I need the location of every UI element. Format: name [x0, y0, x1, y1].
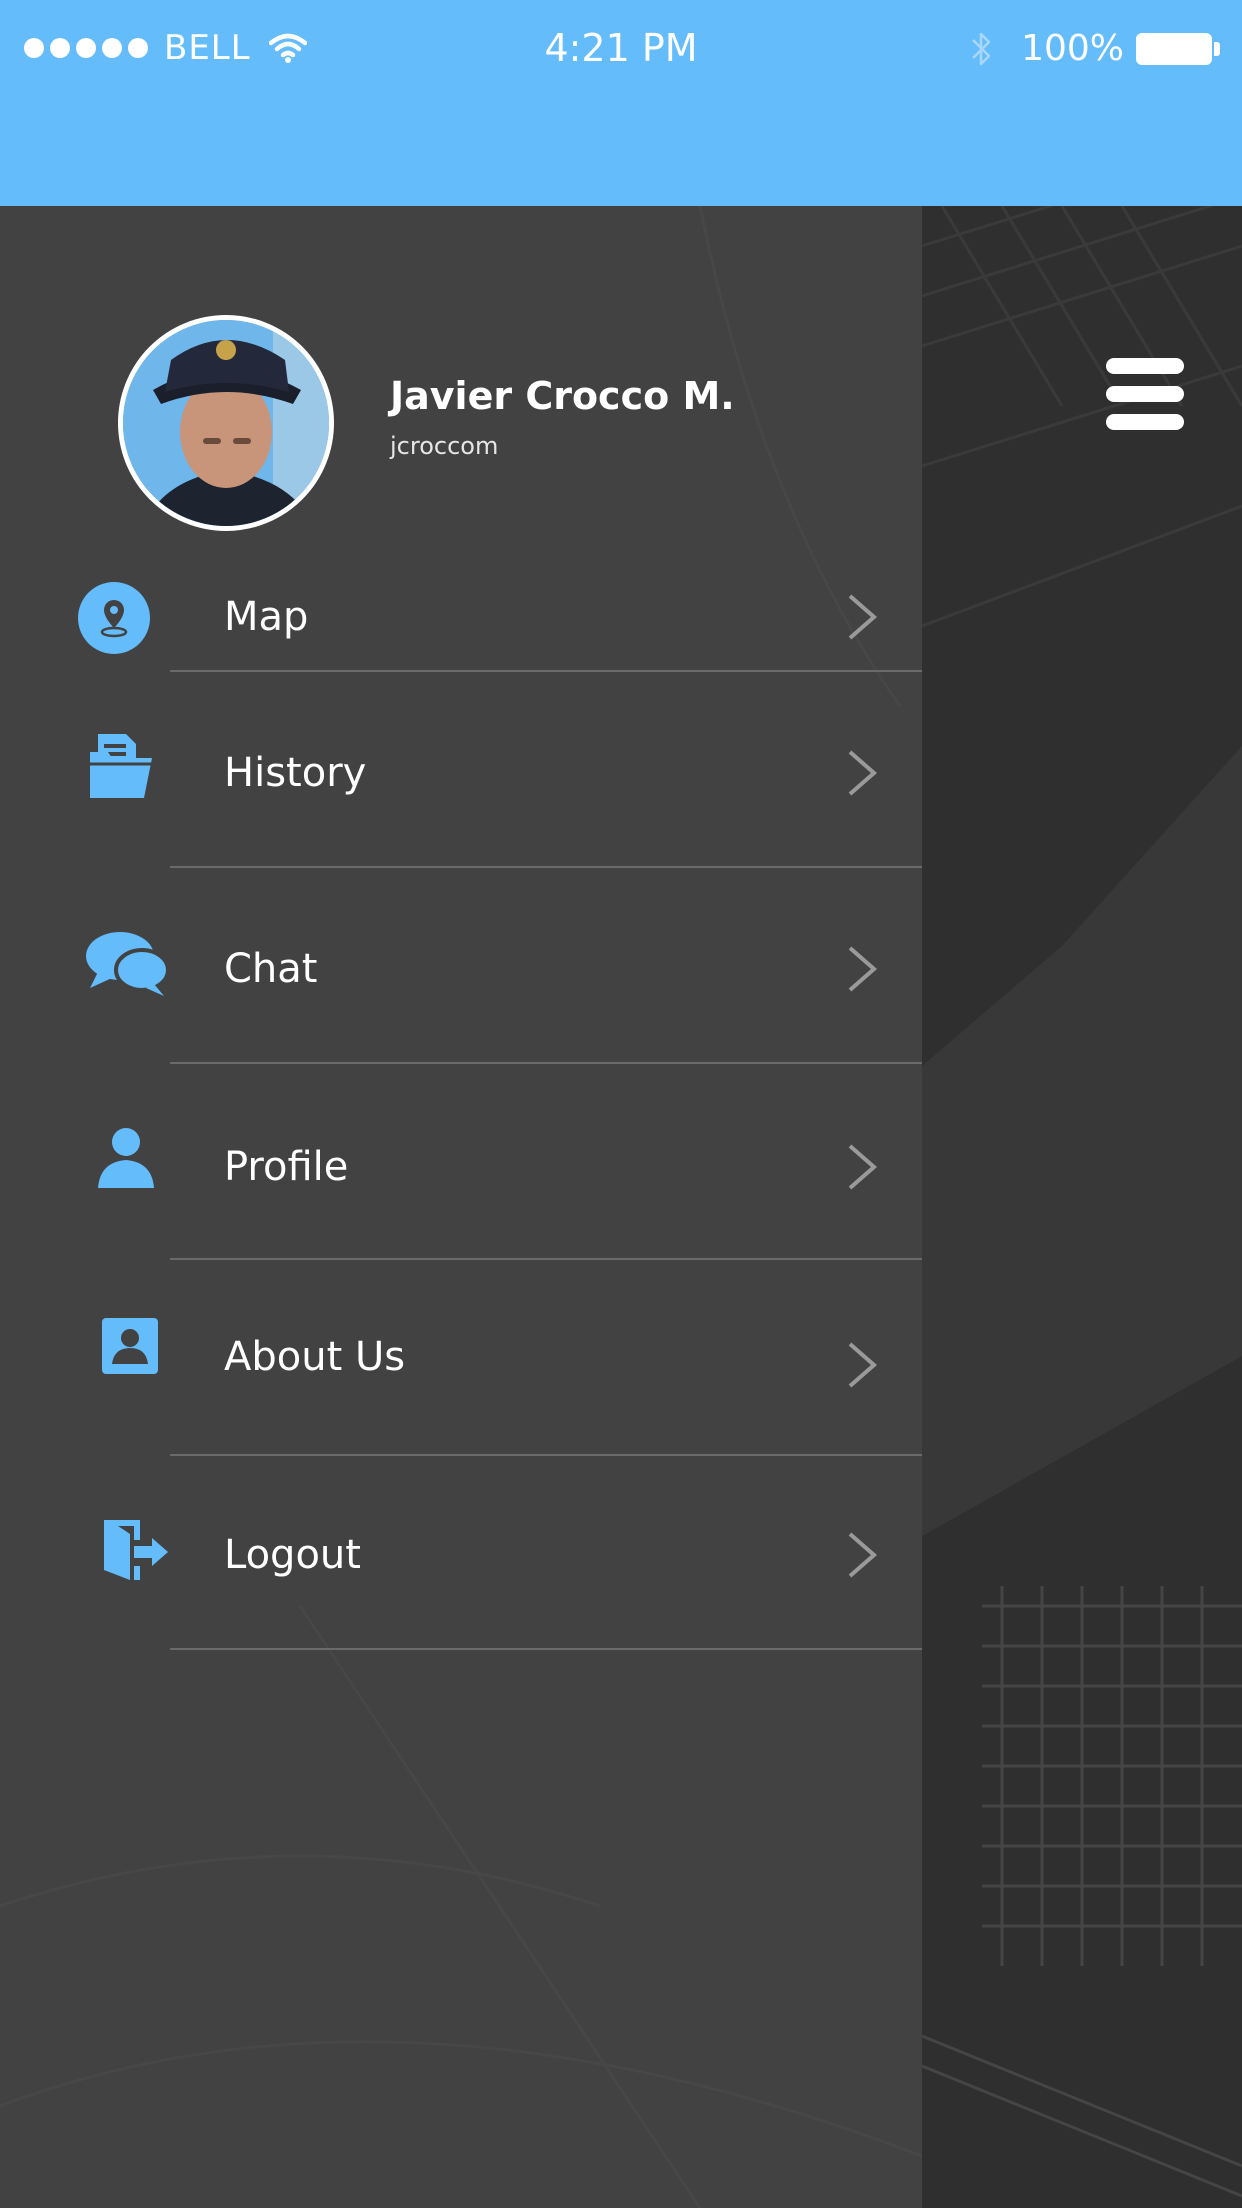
chevron-right-icon [848, 750, 878, 796]
menu-divider [170, 1648, 922, 1650]
hamburger-bar [1106, 386, 1184, 402]
hamburger-bar [1106, 358, 1184, 374]
menu-item-label: Profile [224, 1144, 349, 1190]
hamburger-bar [1106, 414, 1184, 430]
menu-item-label: Chat [224, 946, 318, 992]
username: jcroccom [390, 432, 499, 460]
menu-item-chat[interactable]: Chat [0, 868, 922, 1062]
menu-item-label: Map [224, 594, 309, 640]
menu-item-logout[interactable]: Logout [0, 1456, 922, 1648]
status-bar-right: 100% [969, 28, 1220, 69]
menu-item-history[interactable]: History [0, 672, 922, 866]
map-view[interactable] [922, 206, 1242, 2208]
map-pin-icon [78, 582, 150, 654]
navigation-drawer: Javier Crocco M. jcroccom Map History Ch… [0, 206, 922, 2208]
chevron-right-icon [848, 1342, 878, 1388]
profile-photo [123, 320, 329, 526]
chevron-right-icon [848, 1144, 878, 1190]
menu-item-map[interactable]: Map [0, 566, 922, 670]
hamburger-menu-button[interactable] [1106, 358, 1184, 430]
battery-icon [1136, 32, 1220, 65]
menu-item-about-us[interactable]: About Us [0, 1260, 922, 1454]
bluetooth-icon [972, 32, 991, 65]
chat-bubbles-icon [84, 928, 170, 1000]
logout-door-icon [100, 1518, 172, 1590]
status-bar: BELL 4:21 PM 100% [0, 0, 1242, 206]
menu-item-label: Logout [224, 1532, 361, 1578]
menu-item-profile[interactable]: Profile [0, 1064, 922, 1258]
battery-percentage: 100% [1021, 28, 1124, 69]
map-streets [922, 206, 1242, 2198]
contact-card-icon [100, 1316, 160, 1376]
avatar[interactable] [118, 315, 334, 531]
menu-item-label: About Us [224, 1334, 406, 1380]
menu-item-label: History [224, 750, 367, 796]
user-icon [94, 1126, 158, 1190]
folder-documents-icon [86, 730, 158, 802]
chevron-right-icon [848, 946, 878, 992]
user-name: Javier Crocco M. [390, 374, 735, 418]
chevron-right-icon [848, 1532, 878, 1578]
chevron-right-icon [848, 594, 878, 640]
